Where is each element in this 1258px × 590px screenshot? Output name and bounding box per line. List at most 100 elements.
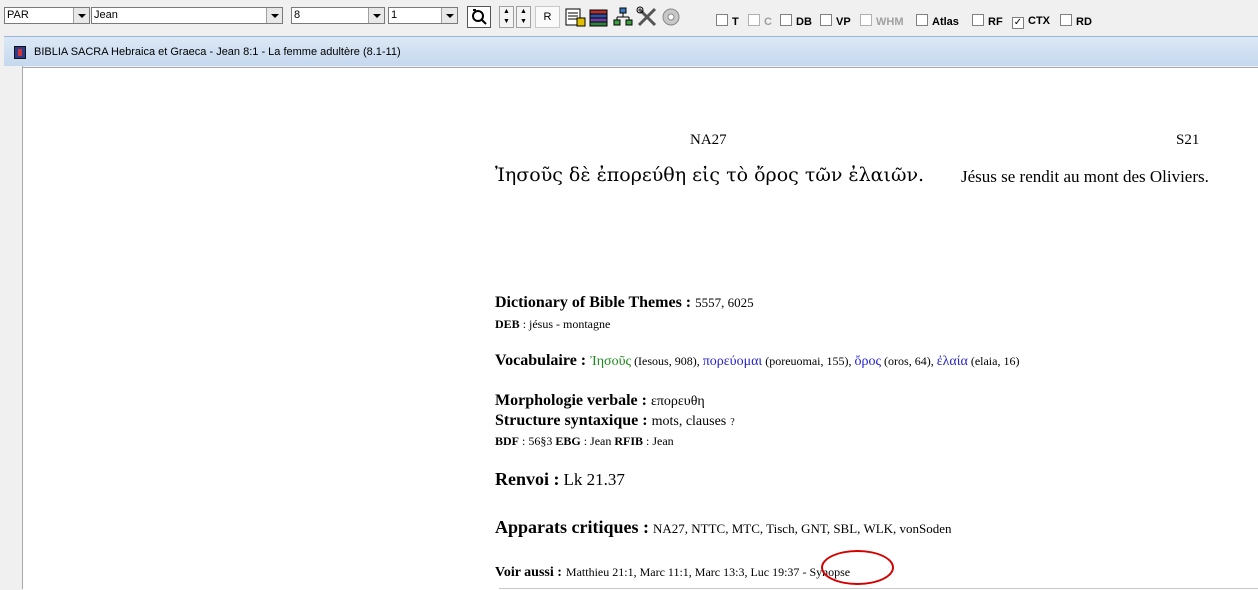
checkbox-vp-label: VP: [836, 16, 851, 28]
vocab-line: Vocabulaire : Ἰησοῦς (Iesous, 908), πορε…: [495, 352, 1019, 370]
vocab-word-iesous[interactable]: Ἰησοῦς: [590, 354, 631, 369]
struct-line: Structure syntaxique : mots, clauses ?: [495, 412, 735, 430]
checkbox-c-label: C: [764, 16, 772, 28]
checkbox-t[interactable]: T: [716, 14, 739, 28]
vocab-info: (elaia, 16): [967, 354, 1020, 368]
checkbox-rd[interactable]: RD: [1060, 14, 1092, 28]
checkbox-db[interactable]: DB: [780, 14, 812, 28]
checkbox-atlas[interactable]: Atlas: [916, 14, 959, 28]
checkbox-c: C: [748, 14, 772, 28]
spin-down-icon[interactable]: ▼: [500, 17, 513, 27]
chapter-combo-value: 8: [294, 9, 301, 21]
vocab-info: (Iesous, 908),: [631, 354, 703, 368]
checkbox-box: [860, 14, 872, 26]
r-button[interactable]: R: [535, 6, 560, 28]
chevron-down-icon[interactable]: [368, 8, 384, 23]
chevron-down-icon[interactable]: [441, 8, 457, 23]
renvoi-value[interactable]: Lk 21.37: [564, 470, 625, 489]
struct-help-link[interactable]: ?: [730, 417, 734, 428]
apparats-values[interactable]: NA27, NTTC, MTC, Tisch, GNT, SBL, WLK, v…: [653, 521, 952, 536]
document-icon: [565, 8, 586, 27]
window-titlebar[interactable]: BIBLIA SACRA Hebraica et Graeca - Jean 8…: [4, 36, 1258, 66]
deb-label: DEB: [495, 317, 520, 331]
voir-aussi-line: Voir aussi : Matthieu 21:1, Marc 11:1, M…: [495, 563, 850, 581]
content-pane: NA27 S21 Ἰησοῦς δὲ ἐπορεύθη εἰς τὸ ὄρος …: [23, 67, 1258, 590]
checkbox-whm-label: WHM: [876, 16, 904, 28]
vocab-word-poreuomai[interactable]: πορεύομαι: [703, 354, 762, 369]
french-verse: Jésus se rendit au mont des Oliviers.: [961, 167, 1209, 186]
checkbox-rf[interactable]: RF: [972, 14, 1003, 28]
document-window: BIBLIA SACRA Hebraica et Graeca - Jean 8…: [4, 33, 1258, 590]
vocab-word-elaia[interactable]: ἐλαία: [937, 354, 968, 369]
chevron-down-icon[interactable]: [266, 8, 282, 23]
checkbox-rd-label: RD: [1076, 16, 1092, 28]
checkmark-icon[interactable]: ✓: [1012, 17, 1024, 29]
spin-down-icon[interactable]: ▼: [517, 17, 530, 27]
morph-label: Morphologie verbale :: [495, 392, 647, 409]
books-icon: [589, 9, 608, 27]
bible-app-icon: [14, 46, 26, 59]
verse-combo-value: 1: [391, 9, 398, 21]
checkbox-box[interactable]: [716, 14, 728, 26]
vocab-info: (poreuomai, 155),: [762, 354, 855, 368]
rfib-value[interactable]: : Jean: [643, 434, 674, 448]
synopse-separator: -: [799, 565, 810, 579]
vocab-label: Vocabulaire :: [495, 352, 587, 369]
bdf-line: BDF : 56§3 EBG : Jean RFIB : Jean: [495, 434, 674, 449]
version-combo[interactable]: PAR: [4, 7, 90, 24]
checkbox-box[interactable]: [780, 14, 792, 26]
checkbox-box[interactable]: [916, 14, 928, 26]
voir-aussi-refs[interactable]: Matthieu 21:1, Marc 11:1, Marc 13:3, Luc…: [566, 565, 800, 579]
checkbox-ctx-label: CTX: [1028, 15, 1050, 27]
struct-value[interactable]: mots, clauses: [652, 414, 727, 429]
toolbar: PAR Jean 8 1 ▲ ▼ ▲ ▼ R T C DB VP WHM Atlas…: [0, 0, 1258, 33]
voir-aussi-label: Voir aussi :: [495, 565, 562, 580]
header-s21: S21: [1176, 132, 1200, 148]
checkbox-rf-label: RF: [988, 16, 1003, 28]
window-frame: [12, 66, 23, 589]
dbt-line: Dictionary of Bible Themes : 5557, 6025: [495, 294, 754, 312]
verse-spinner[interactable]: ▲ ▼: [499, 6, 514, 28]
bdf-label: BDF: [495, 434, 519, 448]
vocab-word-oros[interactable]: ὄρος: [855, 354, 882, 369]
renvoi-label: Renvoi :: [495, 469, 560, 489]
header-na27: NA27: [690, 132, 727, 148]
zoom-button[interactable]: [467, 6, 491, 28]
struct-label: Structure syntaxique :: [495, 412, 648, 429]
checkbox-atlas-label: Atlas: [932, 16, 959, 28]
renvoi-line: Renvoi : Lk 21.37: [495, 469, 625, 490]
tools-button[interactable]: [636, 6, 658, 28]
spin-up-icon[interactable]: ▲: [500, 7, 513, 17]
checkbox-box[interactable]: [820, 14, 832, 26]
chapter-combo[interactable]: 8: [291, 7, 385, 24]
rfib-label: RFIB: [614, 434, 644, 448]
dbt-values[interactable]: 5557, 6025: [695, 295, 754, 310]
morph-value: επορευθη: [650, 394, 705, 409]
checkbox-whm: WHM: [860, 14, 904, 28]
disc-icon: [662, 8, 680, 26]
magnifier-icon: [472, 9, 487, 25]
morph-line: Morphologie verbale : επορευθη: [495, 392, 705, 410]
checkbox-box[interactable]: [1060, 14, 1072, 26]
tree-button[interactable]: [612, 6, 634, 28]
deb-values[interactable]: : jésus - montagne: [520, 317, 611, 331]
ebg-value[interactable]: : Jean: [581, 434, 615, 448]
checkbox-t-label: T: [732, 16, 739, 28]
checkbox-ctx[interactable]: ✓ CTX: [1012, 14, 1050, 29]
checkbox-vp[interactable]: VP: [820, 14, 851, 28]
audio-button[interactable]: [660, 6, 682, 28]
verse-combo[interactable]: 1: [388, 7, 458, 24]
chapter-spinner[interactable]: ▲ ▼: [516, 6, 531, 28]
checkbox-box[interactable]: [972, 14, 984, 26]
chevron-down-icon[interactable]: [73, 8, 89, 23]
hierarchy-icon: [613, 7, 633, 26]
spin-up-icon[interactable]: ▲: [517, 7, 530, 17]
version-combo-value: PAR: [7, 9, 29, 21]
document-tool-button[interactable]: [564, 6, 586, 28]
checkbox-db-label: DB: [796, 16, 812, 28]
ebg-label: EBG: [555, 434, 581, 448]
book-combo[interactable]: Jean: [91, 7, 283, 24]
book-combo-value: Jean: [94, 9, 118, 21]
books-button[interactable]: [588, 6, 610, 28]
bdf-value[interactable]: : 56§3: [519, 434, 555, 448]
